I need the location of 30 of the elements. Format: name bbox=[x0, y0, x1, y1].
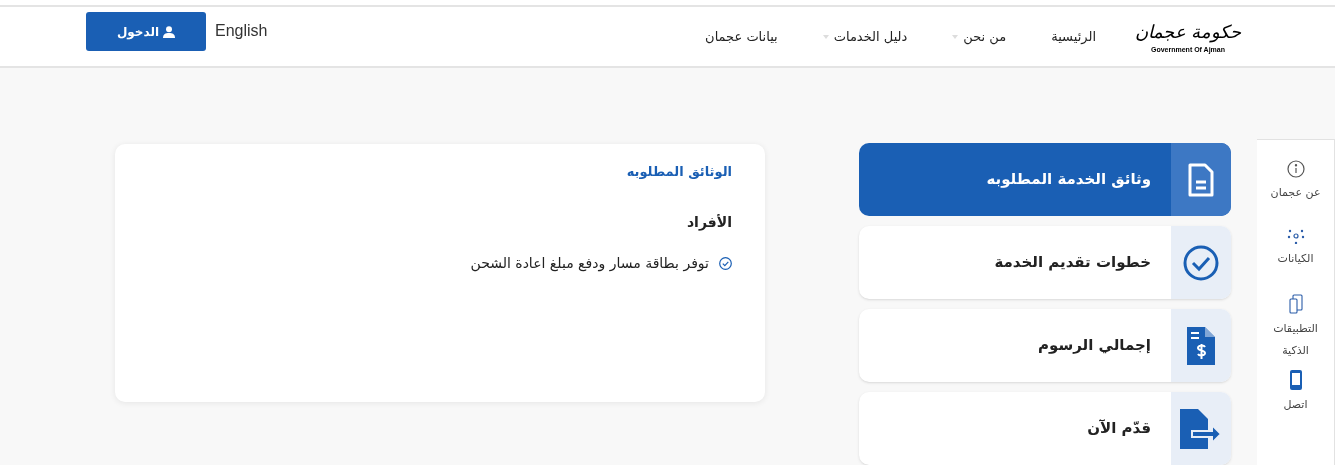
phone-icon bbox=[1289, 370, 1302, 390]
language-link[interactable]: English bbox=[215, 18, 268, 43]
service-tab[interactable]: وثائق الخدمة المطلوبه bbox=[859, 143, 1231, 216]
caret-icon bbox=[952, 34, 959, 39]
side-rail-item[interactable]: التطبيقات الذكية bbox=[1265, 294, 1326, 362]
nav-link[interactable]: من نحن bbox=[952, 26, 1007, 47]
nav-link[interactable]: دليل الخدمات bbox=[822, 26, 908, 47]
info-icon bbox=[1286, 160, 1305, 178]
user-icon bbox=[163, 25, 176, 38]
network-icon bbox=[1286, 228, 1305, 244]
check-circle-icon bbox=[719, 256, 732, 270]
document-icon bbox=[1187, 161, 1215, 198]
invoice-dollar-icon bbox=[1187, 326, 1215, 365]
nav-link[interactable]: بيانات عجمان bbox=[705, 26, 778, 47]
side-rail-item[interactable]: الكيانات bbox=[1265, 228, 1326, 270]
requirement-text: توفر بطاقة مسار ودفع مبلغ اعادة الشحن bbox=[470, 253, 709, 274]
section-heading: الأفراد bbox=[686, 212, 732, 233]
side-rail-item[interactable]: اتصل bbox=[1265, 370, 1326, 416]
service-tab[interactable]: خطوات تقديم الخدمة bbox=[859, 226, 1231, 299]
card-title: الوثائق المطلوبه bbox=[626, 163, 732, 181]
login-button[interactable]: الدخول bbox=[86, 12, 206, 52]
check-circle-icon bbox=[1183, 244, 1219, 281]
service-tab[interactable]: قدّم الآن bbox=[859, 392, 1231, 465]
nav-link[interactable]: الرئيسية bbox=[1051, 26, 1096, 47]
phones-icon bbox=[1287, 294, 1304, 314]
side-rail-item[interactable]: عن عجمان bbox=[1265, 160, 1326, 204]
caret-icon bbox=[822, 34, 829, 39]
service-tab[interactable]: إجمالي الرسوم bbox=[859, 309, 1231, 382]
file-export-icon bbox=[1180, 408, 1222, 449]
logo-calligraphy: حكومة عجمان bbox=[1134, 19, 1242, 45]
